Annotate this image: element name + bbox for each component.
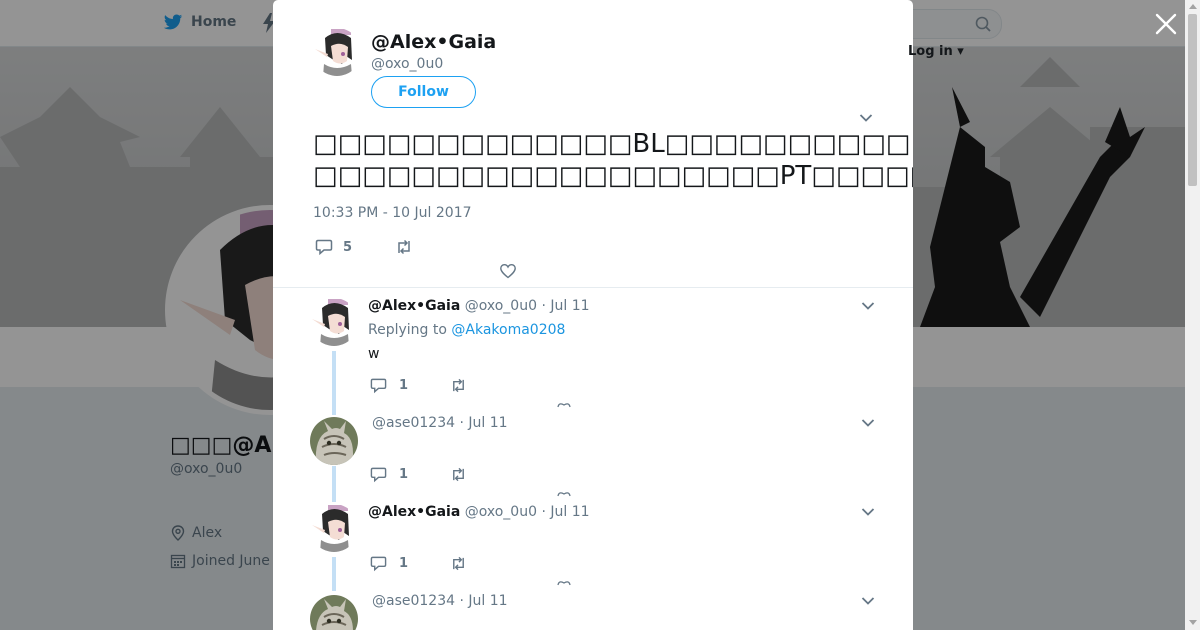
tweet-timestamp[interactable]: 10:33 PM - 10 Jul 2017 [313,205,472,221]
reply-header: @Alex•Gaia @oxo_0u0 · Jul 11 [368,504,590,520]
reply-count: 1 [399,556,409,571]
reply-count: 1 [399,378,409,393]
speech-bubble-icon [315,239,333,256]
follow-button[interactable]: Follow [371,76,476,108]
reply-date[interactable]: Jul 11 [550,298,589,314]
replying-to-prefix: Replying to [368,322,447,338]
reply-handle[interactable]: @oxo_0u0 [465,504,537,520]
retweet-arrows-icon[interactable] [450,466,467,483]
author-handle[interactable]: @oxo_0u0 [371,56,443,72]
reply-date[interactable]: Jul 11 [468,415,507,431]
heart-icon [500,263,516,279]
reply-date[interactable]: Jul 11 [550,504,589,520]
tweet-text-line-2: □□□□□□□□□□□□□□□□□□□PT□□□□□□□□□□□□□□□□□ [313,161,913,191]
heart-icon[interactable] [557,580,571,586]
tweet-permalink-modal: @Alex•Gaia @oxo_0u0 Follow □□□□□□□□□□□□□… [273,0,913,630]
retweet-arrows-icon[interactable] [450,377,467,394]
author-avatar[interactable] [313,28,361,76]
scroll-down-arrow[interactable] [1189,620,1197,625]
login-label: Log in [908,44,953,59]
reply-handle[interactable]: @ase01234 [372,593,455,609]
reply-header: @ase01234 · Jul 11 [372,415,508,431]
like-action[interactable] [499,262,517,280]
tweet-text: □□□□□□□□□□□□□BL□□□□□□□□□□ □□□□□□□□□□□□□□… [313,128,913,192]
thread-connector [332,557,336,591]
reply-handle[interactable]: @ase01234 [372,415,455,431]
reply-date[interactable]: Jul 11 [468,593,507,609]
retweet-arrows-icon [398,239,410,255]
reply-avatar[interactable] [310,417,358,465]
chevron-down-icon[interactable] [861,301,875,311]
reply-display-name[interactable]: @Alex•Gaia [368,504,460,520]
cat-avatar-image [310,417,358,465]
reply-avatar-image [310,298,358,346]
heart-icon[interactable] [557,402,571,408]
chevron-down-icon[interactable] [861,507,875,517]
retweet-arrows-icon[interactable] [450,555,467,572]
speech-bubble-icon [370,467,387,483]
speech-bubble-icon [370,556,387,572]
scroll-up-arrow[interactable] [1189,4,1197,9]
cat-avatar-image [310,595,358,630]
reply-display-name[interactable]: @Alex•Gaia [368,298,460,314]
reply-count: 1 [399,467,409,482]
heart-icon[interactable] [557,491,571,497]
thread-connector [332,351,336,415]
reply-avatar-image [310,504,358,552]
speech-bubble-icon [370,378,387,394]
reply-action[interactable]: 1 [370,466,408,483]
reply-separator: · [541,298,546,314]
conversation-divider [273,287,913,288]
reply-avatar[interactable] [310,595,358,630]
author-avatar-image [313,28,361,76]
chevron-down-icon[interactable] [859,113,873,123]
reply-header: @ase01234 · Jul 11 [372,593,508,609]
reply-text: w [368,346,380,362]
login-dropdown[interactable]: Log in ▾ [908,44,964,59]
close-icon[interactable] [1154,12,1178,36]
replying-to: Replying to @Akakoma0208 [368,322,565,338]
retweet-action[interactable] [395,238,413,256]
scrollbar-thumb[interactable] [1188,14,1197,186]
reply-separator: · [541,504,546,520]
reply-avatar[interactable] [310,504,358,552]
replying-to-mention[interactable]: @Akakoma0208 [451,322,565,338]
tweet-text-line-1: □□□□□□□□□□□□□BL□□□□□□□□□□ [313,129,911,159]
author-display-name[interactable]: @Alex•Gaia [371,31,496,53]
chevron-down-icon[interactable] [861,418,875,428]
reply-action[interactable]: 5 [315,238,352,256]
reply-avatar[interactable] [310,298,358,346]
reply-header: @Alex•Gaia @oxo_0u0 · Jul 11 [368,298,590,314]
reply-separator: · [459,415,464,431]
reply-action[interactable]: 1 [370,555,408,572]
reply-action[interactable]: 1 [370,377,408,394]
chevron-down-icon[interactable] [861,596,875,606]
reply-count: 5 [343,239,353,255]
reply-handle[interactable]: @oxo_0u0 [465,298,537,314]
reply-separator: · [459,593,464,609]
thread-connector [332,466,336,502]
